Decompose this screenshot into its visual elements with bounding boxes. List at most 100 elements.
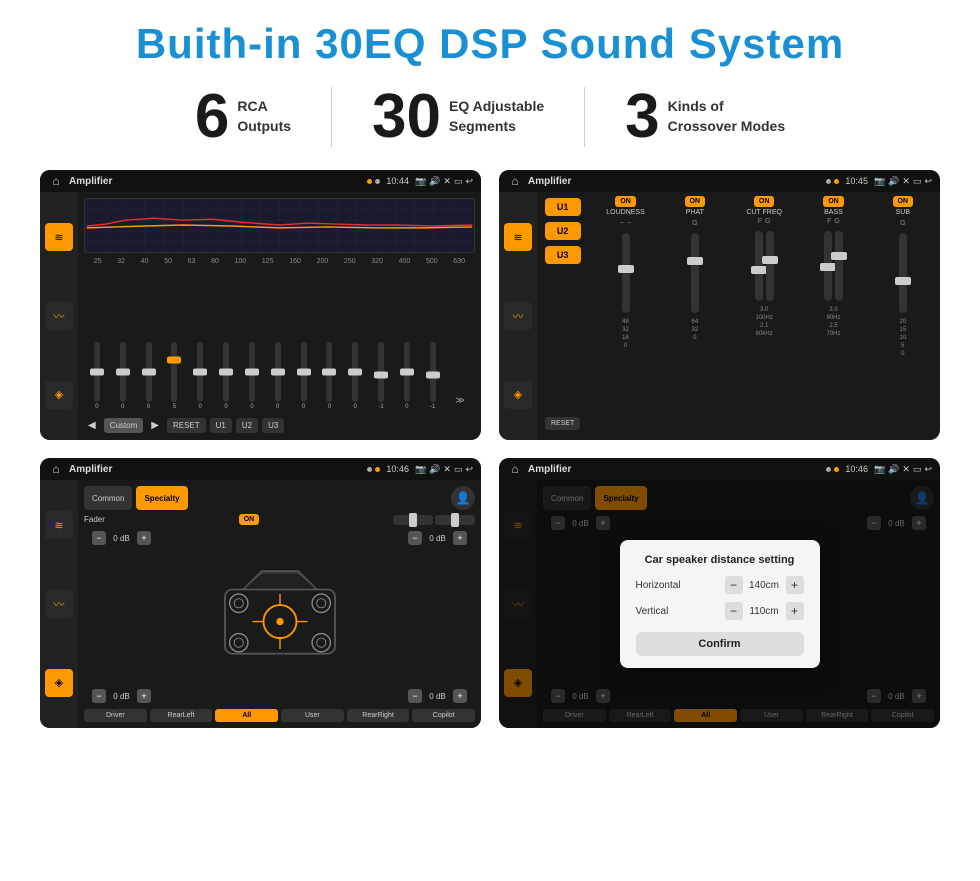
u2-button-1[interactable]: U2 [236, 418, 258, 433]
db-minus-tr[interactable]: − [408, 531, 422, 545]
back-icon-3[interactable]: ↩ [465, 464, 473, 475]
db-plus-br[interactable]: + [453, 689, 467, 703]
vertical-minus-btn[interactable]: − [725, 602, 743, 620]
home-icon-3[interactable]: ⌂ [48, 461, 64, 477]
phat-slider[interactable] [691, 233, 699, 313]
rearleft-btn[interactable]: RearLeft [150, 709, 213, 722]
window-icon-4[interactable]: ▭ [913, 464, 922, 475]
stat-crossover-number: 3 [625, 86, 659, 148]
specialty-tab[interactable]: Specialty [136, 486, 187, 510]
u3-crossover-button[interactable]: U3 [545, 246, 581, 264]
top-db-controls: − 0 dB + − 0 dB + [84, 529, 475, 547]
confirm-button[interactable]: Confirm [636, 632, 804, 656]
db-group-br: − 0 dB + [408, 689, 467, 703]
fader-on-button[interactable]: ON [239, 514, 260, 525]
home-icon-4[interactable]: ⌂ [507, 461, 523, 477]
common-tab[interactable]: Common [84, 486, 132, 510]
user-icon: 👤 [451, 486, 475, 510]
slider-10: 0 [352, 342, 358, 410]
u3-button-1[interactable]: U3 [262, 418, 284, 433]
prev-preset-button[interactable]: ◀ [84, 417, 100, 434]
db-plus-bl[interactable]: + [137, 689, 151, 703]
fader-slider-1[interactable] [393, 515, 433, 525]
bass-on-btn[interactable]: ON [823, 196, 844, 207]
fader-main: Common Specialty 👤 Fader ON [78, 480, 481, 728]
eq-icon[interactable]: ≋ [45, 223, 73, 251]
fader-slider-2[interactable] [435, 515, 475, 525]
app-title-3: Amplifier [69, 464, 362, 475]
close-icon-2[interactable]: ✕ [902, 176, 910, 187]
horizontal-plus-btn[interactable]: + [786, 576, 804, 594]
close-icon-4[interactable]: ✕ [902, 464, 910, 475]
wave-icon-3[interactable]: 〰 [45, 590, 73, 618]
speaker-icon-2[interactable]: ◈ [504, 381, 532, 409]
back-icon-1[interactable]: ↩ [465, 176, 473, 187]
copilot-btn[interactable]: Copilot [412, 709, 475, 722]
u1-crossover-button[interactable]: U1 [545, 198, 581, 216]
sub-slider[interactable] [899, 233, 907, 313]
stat-eq-number: 30 [372, 86, 441, 148]
stat-rca-label: RCAOutputs [237, 97, 291, 136]
window-icon-1[interactable]: ▭ [454, 176, 463, 187]
db-minus-bl[interactable]: − [92, 689, 106, 703]
status-bar-4: ⌂ Amplifier 10:46 📷 🔊 ✕ ▭ ↩ [499, 458, 940, 480]
user-btn[interactable]: User [281, 709, 344, 722]
dialog-horizontal-row: Horizontal − 140cm + [636, 576, 804, 594]
wave-icon[interactable]: 〰 [45, 302, 73, 330]
screen-crossover: ⌂ Amplifier 10:45 📷 🔊 ✕ ▭ ↩ ≋ 〰 ◈ [499, 170, 940, 440]
status-bar-1: ⌂ Amplifier 10:44 📷 🔊 ✕ ▭ ↩ [40, 170, 481, 192]
screen3-body: ≋ 〰 ◈ Common Specialty 👤 Fader ON [40, 480, 481, 728]
vertical-value: 110cm [747, 606, 782, 617]
volume-icon-2: 🔊 [888, 176, 899, 187]
vertical-plus-btn[interactable]: + [786, 602, 804, 620]
screen-fader: ⌂ Amplifier 10:46 📷 🔊 ✕ ▭ ↩ ≋ 〰 ◈ [40, 458, 481, 728]
u1-button-1[interactable]: U1 [210, 418, 232, 433]
speaker-icon-3[interactable]: ◈ [45, 669, 73, 697]
horizontal-minus-btn[interactable]: − [725, 576, 743, 594]
eq-icon-2[interactable]: ≋ [504, 223, 532, 251]
horizontal-value: 140cm [747, 580, 782, 591]
all-btn[interactable]: All [215, 709, 278, 722]
phat-g-label: G [692, 220, 697, 227]
loudness-on-btn[interactable]: ON [615, 196, 636, 207]
arrows-icon[interactable]: ≫ [456, 395, 465, 406]
ch-loudness: ON LOUDNESS ~~ 4832160 [592, 196, 658, 436]
close-icon-1[interactable]: ✕ [443, 176, 451, 187]
cutfreq-on-btn[interactable]: ON [754, 196, 775, 207]
volume-icon-3: 🔊 [429, 464, 440, 475]
driver-btn[interactable]: Driver [84, 709, 147, 722]
window-icon-2[interactable]: ▭ [913, 176, 922, 187]
reset-button-2[interactable]: RESET [545, 417, 580, 430]
close-icon-3[interactable]: ✕ [443, 464, 451, 475]
sub-on-btn[interactable]: ON [893, 196, 914, 207]
status-dot-2 [375, 179, 380, 184]
u2-crossover-button[interactable]: U2 [545, 222, 581, 240]
bass-slider-f[interactable] [824, 231, 832, 301]
loudness-slider[interactable] [622, 233, 630, 313]
next-preset-button[interactable]: ▶ [147, 417, 163, 434]
phat-on-btn[interactable]: ON [685, 196, 706, 207]
home-icon-2[interactable]: ⌂ [507, 173, 523, 189]
cutfreq-slider-g[interactable] [766, 231, 774, 301]
rearright-btn[interactable]: RearRight [347, 709, 410, 722]
db-plus-tr[interactable]: + [453, 531, 467, 545]
eq-main: 2532 4050 6380 100125 160200 250320 4005… [78, 192, 481, 440]
eq-icon-3[interactable]: ≋ [45, 511, 73, 539]
reset-button-1[interactable]: RESET [167, 418, 206, 433]
bass-slider-g[interactable] [835, 231, 843, 301]
db-minus-br[interactable]: − [408, 689, 422, 703]
db-plus-tl[interactable]: + [137, 531, 151, 545]
back-icon-4[interactable]: ↩ [924, 464, 932, 475]
window-icon-3[interactable]: ▭ [454, 464, 463, 475]
home-icon[interactable]: ⌂ [48, 173, 64, 189]
wave-icon-2[interactable]: 〰 [504, 302, 532, 330]
db-minus-tl[interactable]: − [92, 531, 106, 545]
sidebar-3: ≋ 〰 ◈ [40, 480, 78, 728]
speaker-icon[interactable]: ◈ [45, 381, 73, 409]
app-title-1: Amplifier [69, 176, 362, 187]
stats-row: 6 RCAOutputs 30 EQ AdjustableSegments 3 … [30, 86, 950, 148]
custom-preset-button[interactable]: Custom [104, 418, 144, 433]
cutfreq-slider-f[interactable] [755, 231, 763, 301]
back-icon-2[interactable]: ↩ [924, 176, 932, 187]
status-time-3: 10:46 [386, 464, 409, 474]
